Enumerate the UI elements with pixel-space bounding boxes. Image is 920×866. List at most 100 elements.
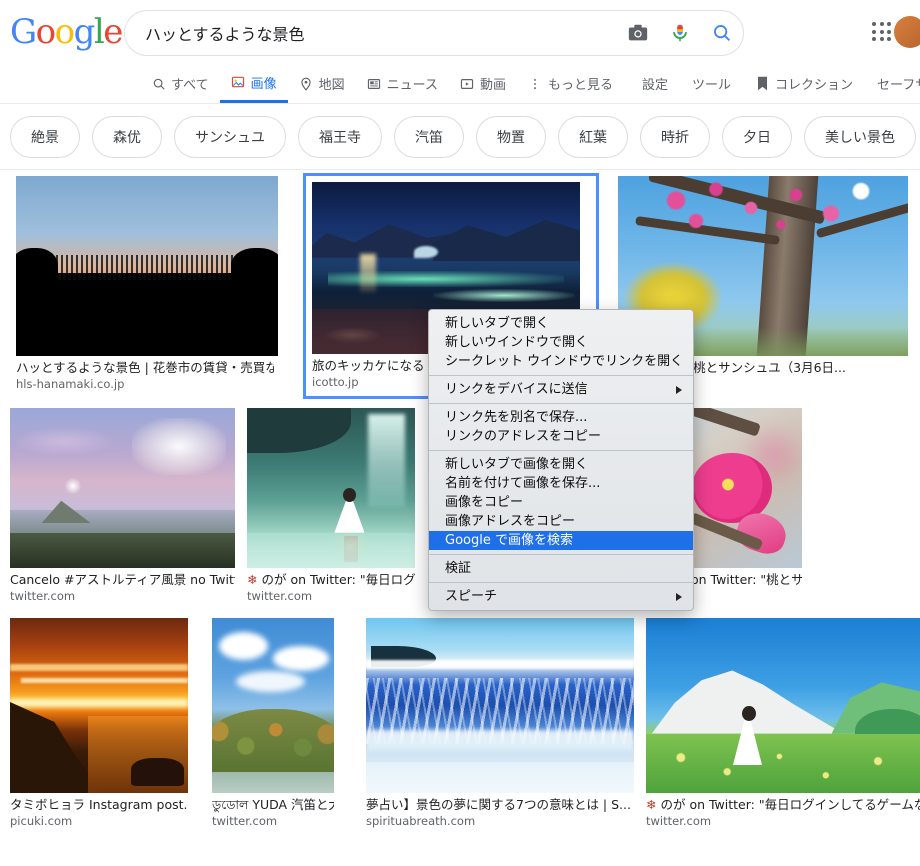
thumbnail-dusk-trees[interactable]: [16, 176, 278, 356]
logo-letter-o1: o: [35, 12, 56, 52]
image-result-card[interactable]: ハッとするような景色 | 花巻市の賃貸・売買ならホ... hls-hanamak…: [6, 176, 278, 392]
search-box[interactable]: ハッとするような景色: [124, 10, 744, 56]
tools-button[interactable]: ツール: [680, 64, 743, 103]
tab-images[interactable]: 画像: [219, 64, 288, 103]
menu-item-speech[interactable]: スピーチ: [429, 587, 693, 606]
result-source: twitter.com: [212, 814, 278, 828]
tab-maps[interactable]: 地図: [288, 64, 356, 103]
menu-item-send-link-to-device[interactable]: リンクをデバイスに送信: [429, 380, 693, 399]
apps-grid-icon[interactable]: [870, 20, 894, 44]
thumbnail-wrap[interactable]: [646, 618, 920, 793]
chip-8[interactable]: 夕日: [722, 115, 792, 158]
thumbnail-autumn-hill[interactable]: [212, 618, 334, 793]
image-result-card[interactable]: ডুডোল YUDA 汽笛と犬: ... twitter.com: [212, 618, 334, 829]
result-source: twitter.com: [646, 814, 712, 828]
collections-label: コレクション: [775, 78, 854, 93]
thumbnail-pastel-sky[interactable]: [10, 408, 235, 568]
safesearch-label: セーフサ: [877, 78, 920, 93]
chip-5[interactable]: 物置: [476, 115, 546, 158]
microphone-icon[interactable]: [659, 22, 701, 44]
menu-separator: [429, 554, 693, 555]
tab-more[interactable]: もっと見る: [517, 64, 624, 103]
thumbnail-orange-sunset[interactable]: [10, 618, 188, 793]
menu-item-copy-link-address[interactable]: リンクのアドレスをコピー: [429, 427, 693, 446]
thumbnail-teal-cave[interactable]: [247, 408, 415, 568]
menu-separator: [429, 375, 693, 376]
menu-item-open-incognito[interactable]: シークレット ウインドウでリンクを開く: [429, 352, 693, 371]
search-icon[interactable]: [701, 22, 743, 44]
menu-item-inspect[interactable]: 検証: [429, 559, 693, 578]
safesearch-button[interactable]: セーフサ: [865, 64, 920, 103]
avatar[interactable]: [894, 16, 920, 48]
search-input[interactable]: ハッとするような景色: [125, 21, 617, 45]
menu-item-label: リンクをデバイスに送信: [445, 382, 588, 397]
logo-letter-g: G: [10, 12, 37, 52]
chip-6[interactable]: 紅葉: [558, 115, 628, 158]
menu-item-search-google-for-image[interactable]: Google で画像を検索: [429, 531, 693, 550]
search-icon: [151, 76, 166, 91]
thumbnail-wrap[interactable]: [6, 618, 188, 793]
menu-item-copy-image[interactable]: 画像をコピー: [429, 493, 693, 512]
menu-separator: [429, 403, 693, 404]
image-result-card[interactable]: ❄ のが on Twitter: "毎日ログ twitter.com: [247, 408, 415, 604]
result-caption[interactable]: 夢占い】景色の夢に関する7つの意味とは | S...: [366, 793, 634, 813]
menu-item-open-new-tab[interactable]: 新しいタブで開く: [429, 314, 693, 333]
nav-right-actions: 設定 ツール コレクション セーフサ: [630, 64, 920, 103]
chip-1[interactable]: 森优: [92, 115, 162, 158]
result-caption[interactable]: ডুডোল YUDA 汽笛と犬: ...: [212, 793, 334, 813]
image-result-card[interactable]: 夢占い】景色の夢に関する7つの意味とは | S... spirituabreat…: [366, 618, 634, 829]
logo-letter-e: e: [103, 12, 123, 52]
menu-item-save-image-as[interactable]: 名前を付けて画像を保存...: [429, 474, 693, 493]
chip-2[interactable]: サンシュユ: [174, 115, 286, 158]
chip-0[interactable]: 絶景: [10, 115, 80, 158]
result-source: twitter.com: [10, 589, 76, 603]
image-result-card[interactable]: ❄ のが on Twitter: "毎日ログインしてるゲームな... twitt…: [646, 618, 920, 829]
result-caption[interactable]: タミボヒョラ Instagram post...: [10, 793, 188, 813]
chip-9[interactable]: 美しい景色: [804, 115, 916, 158]
bookmark-icon: [755, 76, 770, 91]
collections-button[interactable]: コレクション: [743, 64, 865, 103]
google-logo[interactable]: Google: [10, 12, 123, 52]
tab-more-label: もっと見る: [547, 78, 613, 93]
menu-item-save-link-as[interactable]: リンク先を別名で保存...: [429, 408, 693, 427]
tab-videos-label: 動画: [479, 78, 506, 93]
more-vertical-icon: [528, 76, 543, 91]
menu-item-open-image-new-tab[interactable]: 新しいタブで画像を開く: [429, 455, 693, 474]
tools-label: ツール: [692, 78, 732, 93]
thumbnail-blue-sea[interactable]: [366, 618, 634, 793]
chip-3[interactable]: 福王寺: [298, 115, 382, 158]
chip-7[interactable]: 時折: [640, 115, 710, 158]
menu-separator: [429, 450, 693, 451]
result-caption[interactable]: ❄ のが on Twitter: "毎日ログインしてるゲームな...: [646, 793, 920, 813]
page-root: Google ハッとするような景色 すべて 画像 地図 ニュース 動画 もっと見…: [0, 0, 920, 866]
result-source: spirituabreath.com: [366, 814, 476, 828]
nav-tabs-bar: すべて 画像 地図 ニュース 動画 もっと見る 設定 ツール コレクション セー…: [0, 64, 920, 104]
menu-item-copy-image-address[interactable]: 画像アドレスをコピー: [429, 512, 693, 531]
camera-icon[interactable]: [617, 22, 659, 44]
result-source: hls-hanamaki.co.jp: [16, 377, 125, 391]
context-menu-group-4: 新しいタブで画像を開く 名前を付けて画像を保存... 画像をコピー 画像アドレス…: [429, 455, 693, 550]
tab-images-label: 画像: [250, 76, 277, 92]
image-result-card[interactable]: Cancelo #アストルティア風景 no Twitter twitter.co…: [6, 408, 235, 604]
menu-item-open-new-window[interactable]: 新しいウインドウで開く: [429, 333, 693, 352]
tab-news[interactable]: ニュース: [356, 64, 449, 103]
chip-4[interactable]: 汽笛: [394, 115, 464, 158]
result-caption[interactable]: Cancelo #アストルティア風景 no Twitter: [10, 568, 235, 588]
thumbnail-wrap[interactable]: [366, 618, 634, 793]
context-menu[interactable]: 新しいタブで開く 新しいウインドウで開く シークレット ウインドウでリンクを開く…: [428, 309, 694, 611]
thumbnail-green-field[interactable]: [646, 618, 920, 793]
thumbnail-wrap[interactable]: [6, 176, 278, 356]
logo-letter-l: l: [93, 12, 105, 52]
result-caption-text: のが on Twitter: "毎日ログ: [261, 572, 415, 587]
thumbnail-wrap[interactable]: [6, 408, 235, 568]
tab-videos[interactable]: 動画: [449, 64, 517, 103]
result-caption[interactable]: ハッとするような景色 | 花巻市の賃貸・売買ならホ...: [16, 356, 274, 376]
result-caption[interactable]: ❄ のが on Twitter: "毎日ログ: [247, 568, 415, 588]
news-icon: [367, 76, 382, 91]
image-result-card[interactable]: タミボヒョラ Instagram post... picuki.com: [6, 618, 188, 829]
tab-all[interactable]: すべて: [140, 64, 220, 103]
thumbnail-wrap[interactable]: [212, 618, 334, 793]
settings-button[interactable]: 設定: [630, 64, 680, 103]
settings-label: 設定: [642, 78, 669, 93]
thumbnail-wrap[interactable]: [247, 408, 415, 568]
